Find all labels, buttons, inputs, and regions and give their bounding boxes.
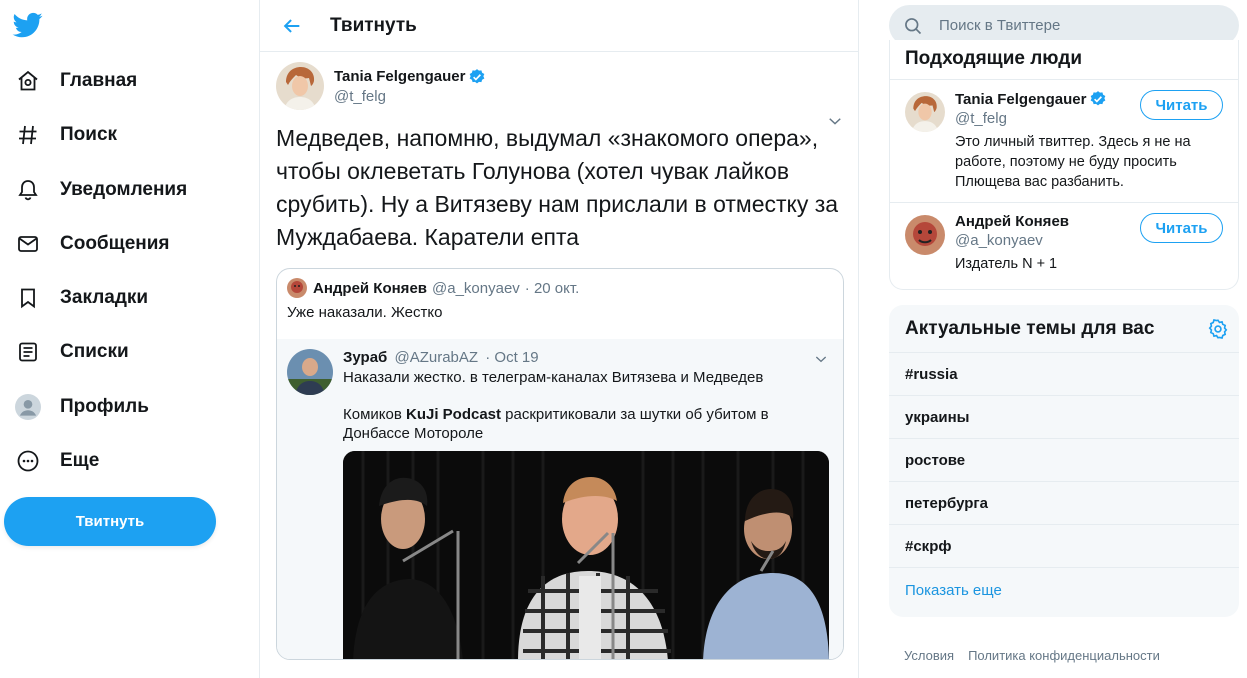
nav-item-more[interactable]: Еще (4, 439, 99, 483)
privacy-link[interactable]: Политика конфиденциальности (968, 648, 1160, 663)
user-bio: Издатель N + 1 (955, 256, 1058, 272)
hashtag-icon (14, 121, 42, 149)
nested-text-line: Наказали жестко. в телеграм-каналах Витя… (343, 369, 764, 386)
nav-item-label: Еще (60, 450, 100, 471)
nav-item-label: Списки (60, 341, 129, 362)
footer-links: Условия Политика конфиденциальности (904, 648, 1160, 663)
author-avatar[interactable] (276, 62, 324, 110)
nav-item-label: Сообщения (60, 233, 170, 254)
nav-item-messages[interactable]: Сообщения (4, 222, 170, 266)
suggested-user[interactable]: Tania Felgengauer @t_felg Это личный тви… (890, 80, 1238, 203)
more-icon (14, 447, 42, 475)
suggested-user[interactable]: Андрей Коняев @a_konyaev Издатель N + 1 … (890, 203, 1238, 289)
trends-title: Актуальные темы для вас (905, 317, 1155, 339)
search-placeholder: Поиск в Твиттере (939, 17, 1061, 34)
tweet-media-photo[interactable] (343, 451, 829, 659)
quoted-author-handle: @a_konyaev (432, 279, 520, 297)
nested-author-name: Зураб (343, 349, 388, 366)
bookmark-icon (14, 284, 42, 312)
list-icon (14, 338, 42, 366)
nav-item-label: Главная (60, 70, 138, 91)
nav-item-notifications[interactable]: Уведомления (4, 168, 187, 212)
nav-item-lists[interactable]: Списки (4, 330, 129, 374)
author-handle: @t_felg (334, 87, 386, 105)
user-name: Андрей Коняев (955, 213, 1070, 230)
verified-badge-icon (1091, 91, 1106, 106)
follow-button[interactable]: Читать (1140, 213, 1223, 243)
gear-icon[interactable] (1207, 318, 1229, 340)
main-column: Твитнуть Tania Felgengauer @t_felg Медве… (259, 0, 859, 678)
twitter-logo-icon[interactable] (12, 10, 44, 40)
page-title: Твитнуть (330, 14, 417, 36)
trend-item[interactable]: ростове (889, 439, 1239, 482)
nav-item-explore[interactable]: Поиск (4, 113, 117, 157)
user-avatar (905, 215, 945, 255)
nested-options-chevron-icon[interactable] (813, 351, 829, 367)
tweet-text: Медведев, напомню, выдумал «знакомого оп… (276, 125, 839, 250)
nested-author-handle: @AZurabAZ (394, 349, 479, 366)
author-name[interactable]: Tania Felgengauer (334, 68, 465, 85)
nav-item-bookmarks[interactable]: Закладки (4, 276, 148, 320)
quoted-author-avatar (287, 278, 307, 298)
trends-panel: Актуальные темы для вас #russia украины … (889, 305, 1239, 617)
sidebar-right: Поиск в Твиттере Подходящие люди Tania F… (859, 0, 1247, 678)
quoted-author-name: Андрей Коняев (313, 279, 428, 297)
trend-item[interactable]: #russia (889, 353, 1239, 396)
who-to-follow-title: Подходящие люди (890, 40, 1238, 80)
nested-date: · Oct 19 (485, 349, 539, 366)
show-more-link[interactable]: Показать еще (889, 568, 1239, 612)
terms-link[interactable]: Условия (904, 648, 954, 663)
quoted-text: Уже наказали. Жестко (287, 304, 443, 321)
user-avatar (905, 92, 945, 132)
envelope-icon (14, 230, 42, 258)
podcast-name: KuJi Podcast (405, 406, 502, 423)
nav-item-label: Профиль (60, 396, 149, 417)
nav-item-label: Уведомления (60, 179, 188, 200)
tweet-detail: Tania Felgengauer @t_felg Медведев, напо… (260, 52, 858, 254)
profile-icon (14, 393, 42, 421)
verified-badge-icon (470, 68, 485, 83)
nested-text-paragraph: Комиков KuJi Podcast раскритиковали за ш… (343, 406, 769, 442)
tweet-author-row: Tania Felgengauer @t_felg (276, 60, 842, 112)
quoted-date: · 20 окт. (524, 279, 580, 297)
main-header: Твитнуть (260, 0, 858, 52)
home-icon (14, 67, 42, 95)
arrow-left-icon (283, 18, 300, 33)
user-bio: Это личный твиттер. Здесь я не на работе… (955, 134, 1191, 190)
tweet-options-chevron-icon[interactable] (826, 112, 844, 130)
quoted-tweet[interactable]: Андрей Коняев @a_konyaev · 20 окт. Уже н… (276, 268, 844, 660)
back-button[interactable] (272, 6, 312, 46)
bell-icon (14, 176, 42, 204)
compose-tweet-button[interactable]: Твитнуть (4, 497, 216, 546)
follow-button[interactable]: Читать (1140, 90, 1223, 120)
nav-item-home[interactable]: Главная (4, 59, 137, 103)
who-to-follow-panel: Подходящие люди Tania Felgengauer @t_fel… (889, 40, 1239, 290)
trend-item[interactable]: украины (889, 396, 1239, 439)
trend-item[interactable]: петербурга (889, 482, 1239, 525)
nested-tweet[interactable]: Зураб @AZurabAZ · Oct 19 Наказали жестко… (277, 339, 843, 659)
trend-item[interactable]: #скрф (889, 525, 1239, 568)
user-name: Tania Felgengauer (955, 90, 1087, 108)
search-icon (905, 17, 922, 34)
primary-nav: Главная Поиск Уведомления Сообщения Закл… (0, 0, 259, 678)
nav-item-label: Поиск (60, 124, 118, 145)
nav-item-label: Закладки (60, 287, 149, 308)
nested-author-avatar (287, 349, 333, 395)
nav-item-profile[interactable]: Профиль (4, 385, 149, 429)
